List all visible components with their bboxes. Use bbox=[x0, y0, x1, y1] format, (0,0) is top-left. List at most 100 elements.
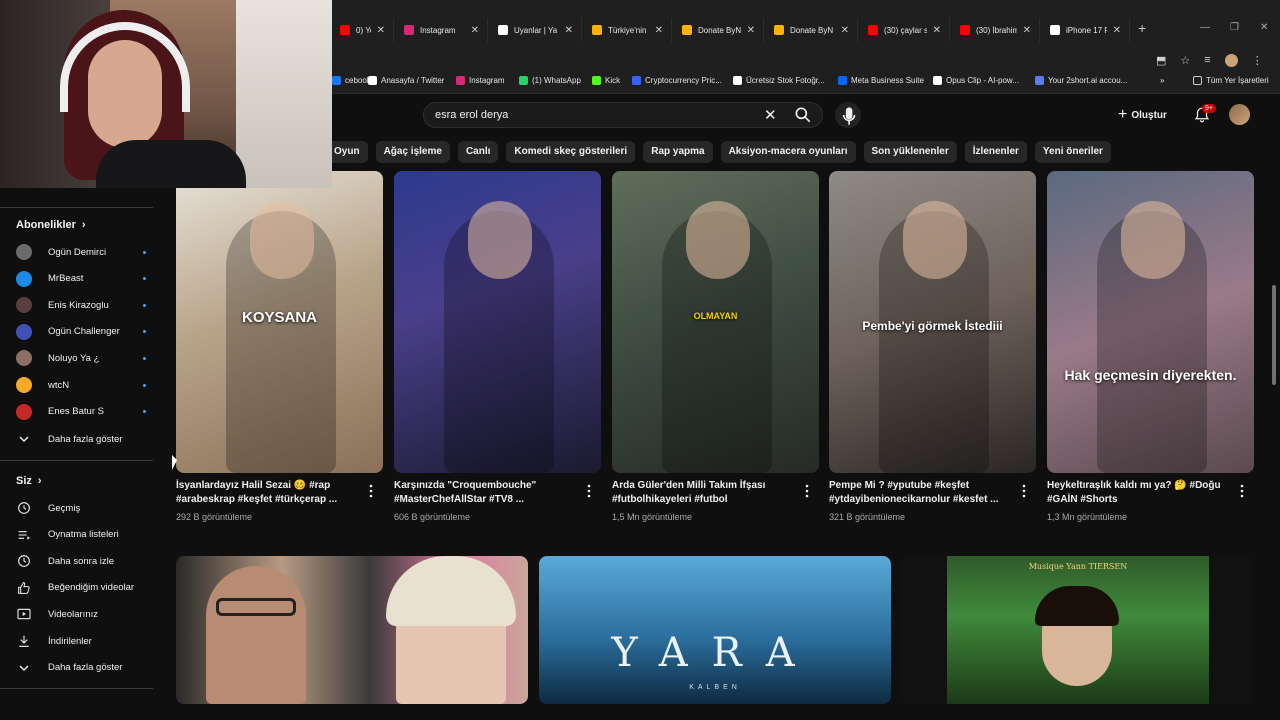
sidebar-item[interactable]: İndirilenler bbox=[16, 633, 92, 649]
sidebar-item[interactable]: Daha fazla göster bbox=[16, 660, 122, 676]
short-thumbnail[interactable]: Hak geçmesin diyerekten. bbox=[1047, 171, 1254, 473]
short-card[interactable]: Karşınızda "Croquembouche" #MasterChefAl… bbox=[394, 171, 601, 522]
short-card[interactable]: Hak geçmesin diyerekten. Heykeltıraşlık k… bbox=[1047, 171, 1254, 522]
video-thumbnail[interactable]: YARA KALBEN bbox=[539, 556, 891, 704]
more-options-icon[interactable] bbox=[1239, 484, 1245, 498]
filter-chip[interactable]: İzlenenler bbox=[964, 141, 1027, 163]
menu-icon[interactable]: ⋮ bbox=[1252, 54, 1263, 67]
bookmark-item[interactable]: Instagram bbox=[456, 76, 505, 85]
maximize-icon[interactable]: ❐ bbox=[1230, 22, 1239, 33]
short-card[interactable]: KOYSANA İsyanlardayız Halil Sezai 🥴 #rap … bbox=[176, 171, 383, 522]
tab-close-icon[interactable]: ✕ bbox=[933, 25, 941, 36]
more-options-icon[interactable] bbox=[804, 484, 810, 498]
extensions-icon[interactable]: ≡ bbox=[1204, 54, 1210, 66]
filter-chip[interactable]: Oyun bbox=[326, 141, 368, 163]
filter-chip[interactable]: Son yüklenenler bbox=[863, 141, 957, 163]
filter-chip[interactable]: Canlı bbox=[457, 141, 499, 163]
more-options-icon[interactable] bbox=[586, 484, 592, 498]
sidebar-item[interactable]: Oynatma listeleri bbox=[16, 527, 119, 543]
browser-tab[interactable]: Uyanlar | Ya ✕ bbox=[490, 18, 582, 42]
video-thumbnail[interactable] bbox=[176, 556, 528, 704]
subscription-item[interactable]: Ogün Challenger bbox=[16, 323, 146, 340]
short-thumbnail[interactable]: KOYSANA bbox=[176, 171, 383, 473]
short-card[interactable]: Pembe'yi görmek İstediii Pempe Mi ? #yput… bbox=[829, 171, 1036, 522]
bookmark-item[interactable]: Cryptocurrency Pric... bbox=[632, 76, 722, 85]
subscription-item[interactable]: Noluyo Ya ¿ bbox=[16, 350, 146, 367]
star-icon[interactable]: ☆ bbox=[1180, 54, 1190, 67]
subscription-item[interactable]: Enis Kirazoglu bbox=[16, 297, 146, 314]
search-input[interactable]: esra erol derya bbox=[435, 109, 508, 121]
filter-chip[interactable]: Ağaç işleme bbox=[375, 141, 450, 163]
bookmark-item[interactable]: Meta Business Suite bbox=[838, 76, 924, 85]
subscription-item[interactable]: Ogün Demirci bbox=[16, 244, 146, 260]
search-box[interactable]: esra erol derya ✕ bbox=[423, 102, 823, 128]
short-card[interactable]: OLMAYAN Arda Güler'den Milli Takım İfşası… bbox=[612, 171, 819, 522]
bookmark-favicon-icon bbox=[632, 76, 641, 85]
create-button[interactable]: + Oluştur bbox=[1118, 106, 1167, 124]
short-thumbnail[interactable]: Pembe'yi görmek İstediii bbox=[829, 171, 1036, 473]
voice-search-button[interactable] bbox=[835, 102, 861, 128]
tab-close-icon[interactable]: ✕ bbox=[471, 25, 479, 36]
tab-close-icon[interactable]: ✕ bbox=[747, 25, 755, 36]
browser-tab[interactable]: Donate ByN ✕ bbox=[766, 18, 858, 42]
search-icon[interactable] bbox=[792, 105, 814, 125]
short-thumbnail[interactable]: OLMAYAN bbox=[612, 171, 819, 473]
bookmark-item[interactable]: (1) WhatsApp bbox=[519, 76, 581, 85]
short-title[interactable]: Karşınızda "Croquembouche" #MasterChefAl… bbox=[394, 479, 574, 507]
bookmark-item[interactable]: Ücretsiz Stok Fotoğr... bbox=[733, 76, 825, 85]
bookmark-item[interactable]: Anasayfa / Twitter bbox=[368, 76, 444, 85]
sidebar-item[interactable]: Videolarınız bbox=[16, 606, 98, 622]
short-title[interactable]: Pempe Mi ? #yputube #keşfet #ytdayibenio… bbox=[829, 479, 1009, 507]
subscription-item[interactable]: Enes Batur S bbox=[16, 403, 146, 420]
page-scrollbar[interactable] bbox=[1272, 285, 1276, 385]
subscription-item[interactable]: MrBeast bbox=[16, 270, 146, 287]
close-window-icon[interactable]: ✕ bbox=[1260, 22, 1268, 33]
filter-chip[interactable]: Aksiyon-macera oyunları bbox=[720, 141, 856, 163]
short-title[interactable]: İsyanlardayız Halil Sezai 🥴 #rap #arabes… bbox=[176, 479, 356, 507]
tab-close-icon[interactable]: ✕ bbox=[377, 25, 385, 36]
more-options-icon[interactable] bbox=[368, 484, 374, 498]
browser-tab[interactable]: (30) çaylar s ✕ bbox=[860, 18, 950, 42]
tab-close-icon[interactable]: ✕ bbox=[655, 25, 663, 36]
bookmark-item[interactable]: cebook bbox=[332, 76, 371, 85]
browser-tab[interactable]: (30) İbrahim ✕ bbox=[952, 18, 1040, 42]
filter-chip[interactable]: Komedi skeç gösterileri bbox=[506, 141, 636, 163]
tab-close-icon[interactable]: ✕ bbox=[1113, 25, 1121, 36]
sidebar-item[interactable]: Daha sonra izle bbox=[16, 553, 114, 569]
bookmark-item[interactable]: Kick bbox=[592, 76, 620, 85]
clear-search-icon[interactable]: ✕ bbox=[764, 106, 777, 124]
video-thumbnail[interactable]: Musique Yann TIERSEN bbox=[902, 556, 1254, 704]
subscriptions-header[interactable]: Abonelikler › bbox=[16, 219, 86, 231]
short-title[interactable]: Heykeltıraşlık kaldı mı ya? 🤔 #Doğu #GAİ… bbox=[1047, 479, 1227, 507]
install-icon[interactable]: ⬒ bbox=[1156, 54, 1166, 67]
short-thumbnail[interactable] bbox=[394, 171, 601, 473]
filter-chip[interactable]: Rap yapma bbox=[643, 141, 713, 163]
bookmark-item[interactable]: Opus Clip - AI-pow... bbox=[933, 76, 1019, 85]
bookmark-item[interactable]: Your 2short.ai accou... bbox=[1035, 76, 1127, 85]
tab-close-icon[interactable]: ✕ bbox=[1023, 25, 1031, 36]
bookmark-favicon-icon bbox=[332, 76, 341, 85]
more-options-icon[interactable] bbox=[1021, 484, 1027, 498]
all-bookmarks-folder[interactable]: Tüm Yer İşaretleri bbox=[1193, 76, 1269, 85]
tab-close-icon[interactable]: ✕ bbox=[565, 25, 573, 36]
browser-tab[interactable]: Instagram ✕ bbox=[396, 18, 488, 42]
new-tab-button[interactable]: + bbox=[1138, 20, 1146, 36]
tab-close-icon[interactable]: ✕ bbox=[841, 25, 849, 36]
minimize-icon[interactable]: — bbox=[1200, 22, 1210, 33]
video-icon bbox=[17, 609, 31, 620]
bookmarks-more-icon[interactable]: » bbox=[1160, 76, 1164, 85]
filter-chip[interactable]: Yeni öneriler bbox=[1034, 141, 1111, 163]
bookmark-favicon-icon bbox=[733, 76, 742, 85]
you-header[interactable]: Siz › bbox=[16, 475, 42, 487]
account-avatar[interactable] bbox=[1229, 104, 1250, 125]
browser-tab[interactable]: iPhone 17 P ✕ bbox=[1042, 18, 1130, 42]
profile-icon[interactable] bbox=[1224, 53, 1238, 67]
sidebar-item[interactable]: Geçmiş bbox=[16, 500, 80, 516]
short-title[interactable]: Arda Güler'den Milli Takım İfşası #futbo… bbox=[612, 479, 792, 507]
sidebar-item[interactable]: Beğendiğim videolar bbox=[16, 580, 134, 596]
browser-tab[interactable]: Donate ByN ✕ bbox=[674, 18, 764, 42]
browser-tab[interactable]: Türkiye'nin ✕ bbox=[584, 18, 672, 42]
subscription-item[interactable]: wtcN bbox=[16, 377, 146, 393]
browser-tab[interactable]: 0) Yok ✕ bbox=[332, 18, 394, 42]
show-more-subscriptions[interactable]: Daha fazla göster bbox=[16, 431, 122, 447]
